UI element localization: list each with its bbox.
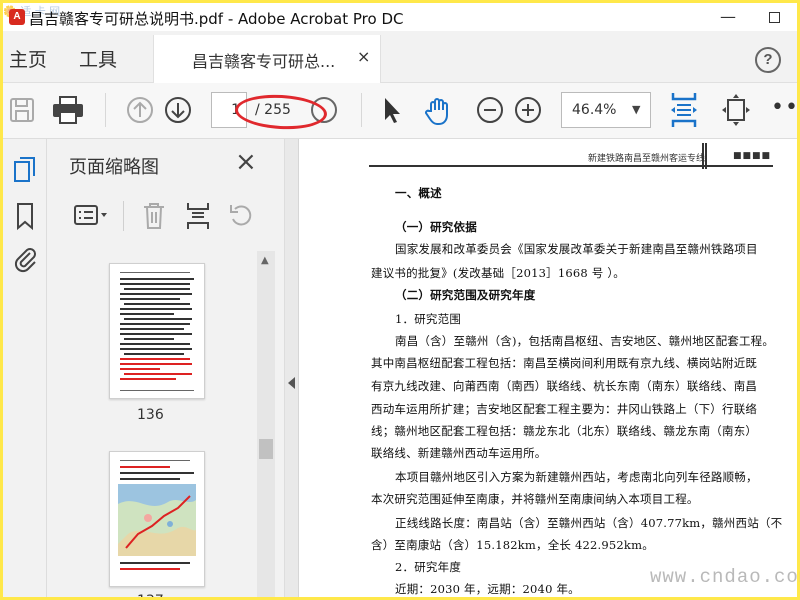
page-thumbnails-icon[interactable] [11, 155, 39, 185]
acrobat-app-icon: A [9, 9, 25, 25]
page-extract-icon[interactable] [185, 201, 211, 231]
delete-icon[interactable] [141, 201, 167, 231]
subsection-heading: （二）研究范围及研究年度 [395, 288, 536, 302]
window-title: 昌吉赣客专可研总说明书.pdf - Adobe Acrobat Pro DC [29, 10, 404, 28]
site-watermark-bottom: www.cndao.com [650, 566, 800, 588]
toolbar-separator [105, 93, 106, 127]
zoom-out-icon[interactable] [475, 95, 505, 125]
body-text-line: 国家发展和改革委员会《国家发展改革委关于新建南昌至赣州铁路项目 [395, 242, 758, 256]
route-map-image [118, 484, 196, 556]
tab-bar: 主页 工具 昌吉赣客专可研总... × ? [3, 31, 797, 83]
document-tab-label: 昌吉赣客专可研总... [192, 52, 336, 71]
page-thumbnail[interactable] [109, 263, 205, 399]
title-bar: 🌼 适 卡 网 A 昌吉赣客专可研总说明书.pdf - Adobe Acroba… [3, 3, 797, 31]
running-header-text: 新建铁路南昌至赣州客运专线 [587, 154, 705, 164]
circle-icon-partial [311, 97, 337, 123]
tab-tools[interactable]: 工具 [79, 45, 117, 72]
panel-title: 页面缩略图 [69, 157, 159, 178]
previous-page-icon[interactable] [125, 95, 155, 125]
save-icon[interactable] [7, 95, 37, 125]
maximize-icon [768, 12, 780, 23]
page-display-icon[interactable] [721, 93, 751, 127]
body-text-line: 线；赣州地区配套工程包括：赣龙东北（北东）联络线、赣龙东南（南东） [371, 424, 758, 438]
page-running-header: 新建铁路南昌至赣州客运专线 ■■■■ [369, 143, 773, 169]
page-thumbnail-number: 136 [137, 407, 164, 423]
page-thumbnail[interactable] [109, 451, 205, 587]
body-text-line: 西动车运用所扩建；吉安地区配套工程主要为：井冈山铁路上（下）行联络 [371, 402, 758, 416]
left-navigation-rail [3, 139, 47, 597]
help-button[interactable]: ? [755, 47, 781, 73]
document-view[interactable]: 新建铁路南昌至赣州客运专线 ■■■■ 一、概述 （一）研究依据 国家发展和改革委… [299, 139, 797, 597]
maximize-button[interactable] [751, 3, 797, 31]
subsection-heading: （一）研究依据 [395, 220, 477, 234]
body-text-line: 本次研究范围延伸至南康，并将赣州至南康间纳入本项目工程。 [371, 492, 699, 506]
zoom-level-value: 46.4% [572, 102, 617, 118]
document-tab-close-button[interactable]: × [357, 47, 370, 66]
body-text-line: 有京九线改建、向莆西南（南西）联络线、杭长东南（南东）联络线、南昌 [371, 379, 758, 393]
body-text-line: 南昌（含）至赣州（含)，包括南昌枢纽、吉安地区、赣州地区配套工程。 [395, 334, 775, 348]
thumbnail-scrollbar[interactable]: ▲ [257, 251, 275, 597]
header-blocks: ■■■■ [732, 151, 771, 161]
next-page-icon[interactable] [163, 95, 193, 125]
page-total-label: / 255 [255, 102, 291, 118]
rotate-icon[interactable] [227, 201, 255, 231]
page-thumbnail-number: 137 [137, 593, 164, 597]
toolbar-separator [123, 201, 124, 231]
body-text-line: 其中南昌枢纽配套工程包括：南昌至横岗间利用既有京九线、横岗站附近既 [371, 356, 758, 370]
chevron-down-icon: ▼ [632, 103, 641, 116]
hand-tool-icon[interactable] [423, 95, 455, 127]
page-thumbnails-panel: 页面缩略图 × 136 ▲ [47, 139, 285, 597]
body-text-line: 含）至南康站（含）15.182km，全长 422.952km。 [371, 538, 654, 552]
close-panel-button[interactable]: × [235, 147, 257, 177]
body-text-line: 联络线、新建赣州西动车运用所。 [371, 446, 547, 460]
section-heading: 一、概述 [395, 186, 442, 200]
body-text-line: 正线线路长度：南昌站（含）至赣州西站（含）407.77km，赣州西站（不 [395, 516, 783, 530]
minimize-button[interactable]: — [705, 3, 751, 31]
tab-home[interactable]: 主页 [9, 45, 47, 72]
body-text-line: 2．研究年度 [395, 560, 462, 574]
bookmarks-icon[interactable] [11, 201, 39, 231]
thumbnail-options-icon[interactable] [73, 203, 111, 229]
header-divider [702, 143, 707, 169]
tab-document[interactable]: 昌吉赣客专可研总... × [153, 35, 381, 83]
fit-page-icon[interactable] [669, 91, 699, 129]
body-text-line: 1．研究范围 [395, 312, 462, 326]
toolbar-separator [361, 93, 362, 127]
scroll-up-icon[interactable]: ▲ [261, 255, 269, 266]
print-icon[interactable] [51, 95, 85, 125]
main-toolbar: 1 / 255 46.4% ▼ • [3, 83, 797, 139]
thumbnail-toolbar [67, 199, 277, 233]
body-text-line: 本项目赣州地区引入方案为新建赣州西站，考虑南北向列车径路顺畅， [395, 470, 758, 484]
zoom-level-select[interactable]: 46.4% ▼ [561, 92, 651, 128]
more-tools-button[interactable]: ••• [771, 95, 797, 120]
scrollbar-thumb[interactable] [259, 439, 273, 459]
panel-splitter[interactable] [285, 139, 299, 597]
zoom-in-icon[interactable] [513, 95, 543, 125]
page-number-input[interactable]: 1 [211, 92, 247, 128]
attachments-icon[interactable] [11, 243, 39, 273]
acrobat-window: 🌼 适 卡 网 A 昌吉赣客专可研总说明书.pdf - Adobe Acroba… [3, 3, 797, 597]
body-text-line: 建议书的批复》(发改基础［2013］1668 号 ）。 [371, 266, 625, 280]
select-cursor-icon[interactable] [379, 95, 405, 125]
body-text-line: 近期：2030 年，远期：2040 年。 [395, 582, 580, 596]
collapse-panel-icon[interactable] [288, 377, 295, 389]
